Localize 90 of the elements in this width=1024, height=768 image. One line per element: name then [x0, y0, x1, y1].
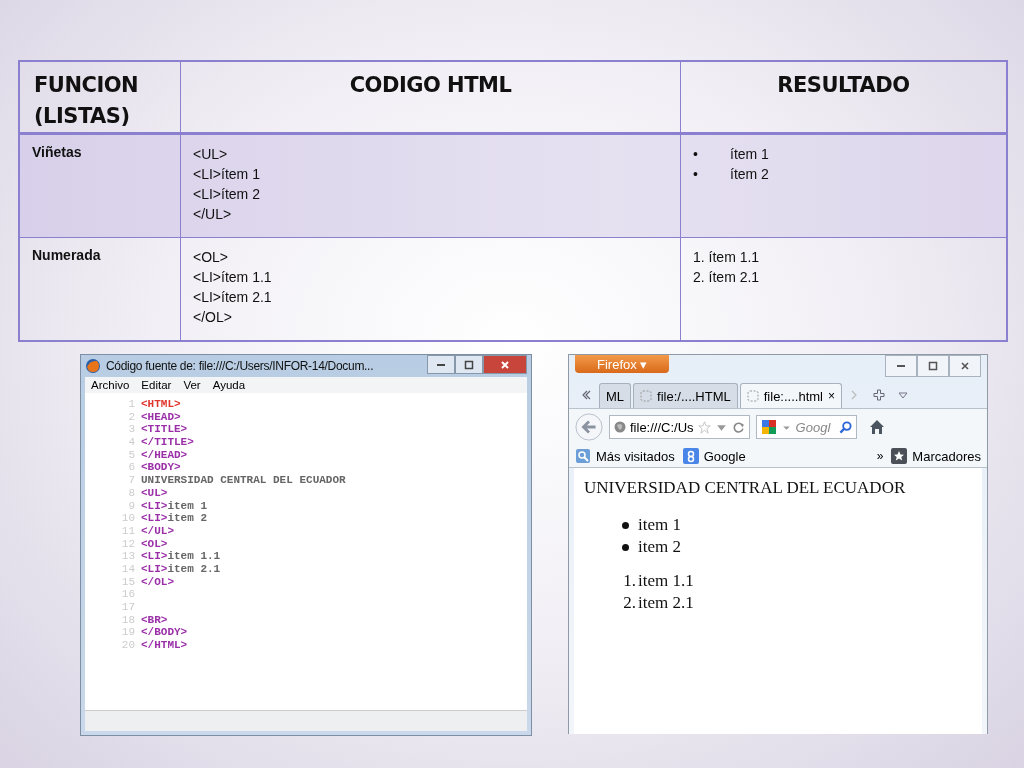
globe-icon — [85, 358, 101, 374]
column-header: FUNCION (LISTAS) — [33, 72, 140, 130]
minimize-button[interactable] — [427, 355, 455, 374]
result-item: 1. ítem 1.1 — [693, 248, 760, 267]
menu-item[interactable]: Editar — [141, 379, 172, 391]
code-text: </OL> — [141, 575, 174, 589]
browser-tab[interactable]: ML — [599, 383, 632, 408]
bookmark-item[interactable]: Google — [682, 448, 746, 464]
list-number: 1. — [622, 570, 636, 592]
column-header: RESULTADO — [680, 62, 1006, 132]
list-item: item 1 — [638, 514, 681, 536]
close-icon — [960, 361, 970, 371]
code-line: </OL> — [193, 308, 233, 327]
home-icon[interactable] — [868, 419, 885, 435]
maximize-icon — [464, 359, 474, 370]
code-line: <UL> — [193, 145, 229, 164]
search-field[interactable]: Googl — [795, 419, 836, 435]
code-text: <HTML> — [141, 398, 181, 411]
code-text: item 2 — [167, 512, 207, 525]
back-button[interactable] — [575, 413, 603, 441]
code-text: UNIVERSIDAD CENTRAL DEL ECUADOR — [141, 474, 346, 487]
list-number: 2. — [622, 592, 636, 614]
bullet: • — [693, 165, 699, 184]
close-button[interactable] — [483, 355, 527, 374]
result-item: ítem 1 — [730, 145, 769, 164]
scroll-left-icon[interactable] — [580, 389, 592, 401]
minimize-button[interactable] — [885, 355, 917, 377]
maximize-button[interactable] — [917, 355, 949, 377]
globe-icon — [614, 421, 626, 433]
code-line: <LI>ítem 2.1 — [193, 288, 273, 307]
code-text: <LI> — [141, 499, 168, 513]
code-text: </UL> — [141, 524, 174, 538]
address-field[interactable]: file:///C:/Us — [609, 415, 750, 439]
search-icon[interactable] — [838, 420, 852, 434]
result-item: 2. ítem 2.1 — [693, 268, 760, 287]
maximize-icon — [928, 361, 938, 371]
code-line: <LI>ítem 2 — [193, 185, 261, 204]
table-cell-text: Viñetas — [31, 143, 83, 162]
letter-tile-icon — [682, 448, 699, 464]
minimize-icon — [897, 365, 905, 367]
bookmark-item[interactable]: Marcadores — [891, 448, 981, 464]
bullet-icon — [622, 521, 629, 529]
close-icon — [500, 359, 510, 370]
code-text: </BODY> — [141, 626, 188, 640]
code-text: <OL> — [141, 537, 168, 551]
star-icon — [891, 448, 908, 464]
column-header: CODIGO HTML — [180, 62, 680, 132]
minimize-icon — [437, 363, 445, 366]
code-text: </HEAD> — [141, 448, 188, 462]
maximize-button[interactable] — [455, 355, 483, 374]
page-heading: UNIVERSIDAD CENTRAL DEL ECUADOR — [584, 478, 907, 498]
code-line: </UL> — [193, 205, 233, 224]
reload-icon[interactable] — [731, 420, 745, 434]
list-item: item 2.1 — [638, 592, 694, 614]
code-text: <LI> — [141, 512, 168, 525]
browser-tab[interactable]: file:....html × — [739, 383, 842, 408]
more-bookmarks-button[interactable]: » — [876, 449, 884, 463]
bullet: • — [693, 145, 699, 164]
window-title: Código fuente de: file:///C:/Users/INFOR-14/Docum... — [106, 359, 375, 373]
code-text: item 1.1 — [167, 550, 221, 563]
code-text: <UL> — [141, 486, 168, 500]
code-text: item 1 — [167, 499, 207, 513]
table-cell-text: Numerada — [31, 246, 102, 265]
code-text: <LI> — [141, 562, 168, 576]
menu-item[interactable]: Archivo — [91, 379, 130, 391]
list-item: item 1.1 — [638, 570, 694, 592]
code-text: </HTML> — [141, 639, 188, 652]
new-tab-icon[interactable] — [873, 389, 885, 401]
code-text: </TITLE> — [141, 436, 194, 449]
code-text: item 2.1 — [167, 562, 221, 576]
dropdown-icon[interactable] — [897, 389, 909, 401]
code-text: <TITLE> — [141, 423, 188, 437]
menu-item[interactable]: Ver — [183, 379, 201, 391]
bookmark-star-icon[interactable] — [697, 420, 711, 434]
code-line: <OL> — [193, 248, 230, 267]
magnifier-icon — [575, 448, 591, 464]
code-line: <LI>ítem 1.1 — [193, 268, 273, 287]
tab-close-button[interactable]: × — [828, 389, 835, 403]
code-text: <LI> — [141, 550, 168, 563]
list-item: item 2 — [638, 536, 681, 558]
result-item: ítem 2 — [730, 165, 769, 184]
bookmark-item[interactable]: Más visitados — [575, 448, 675, 464]
code-line: <LI>ítem 1 — [193, 165, 261, 184]
code-text: <BR> — [141, 613, 168, 627]
code-text: <HEAD> — [141, 410, 181, 424]
search-engine-icon[interactable] — [760, 419, 777, 435]
bullet-icon — [622, 543, 629, 551]
menu-item[interactable]: Ayuda — [212, 379, 246, 391]
code-text: <BODY> — [141, 461, 181, 475]
browser-tab[interactable]: file:/....HTML — [633, 383, 738, 408]
